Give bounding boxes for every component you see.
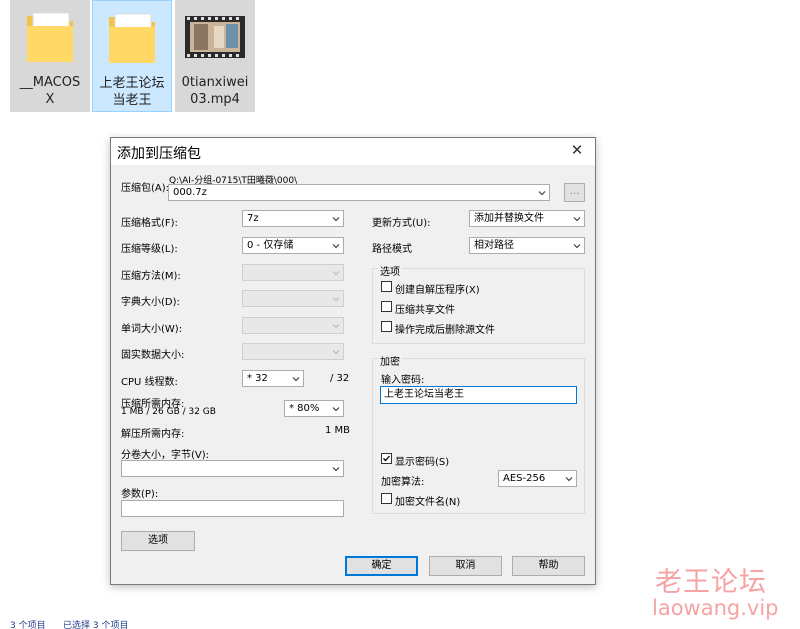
level-label: 压缩等级(L):	[121, 244, 178, 255]
update-label: 更新方式(U):	[372, 218, 431, 229]
split-label: 分卷大小，字节(V):	[121, 450, 210, 461]
chevron-down-icon	[565, 477, 573, 482]
solid-label: 固实数据大小:	[121, 350, 185, 361]
encrypt-names-checkbox[interactable]	[381, 493, 392, 504]
watermark-url: laowang.vip	[652, 596, 779, 620]
cpu-label: CPU 线程数:	[121, 377, 178, 388]
split-size-combo[interactable]	[121, 460, 344, 477]
cpu-select[interactable]: * 32	[242, 370, 304, 387]
chevron-down-icon	[332, 297, 340, 302]
encryption-group-label: 加密	[378, 353, 402, 368]
file-tile-macosx[interactable]: __MACOS X	[10, 0, 90, 112]
mem-comp-detail: 1 MB / 26 GB / 32 GB	[121, 407, 216, 417]
method-select[interactable]	[242, 264, 344, 281]
file-name: 上老王论坛 当老王	[99, 76, 165, 108]
password-input[interactable]: 上老王论坛当老王	[380, 386, 577, 404]
chevron-down-icon	[292, 377, 300, 382]
word-select[interactable]	[242, 317, 344, 334]
word-label: 单词大小(W):	[121, 324, 183, 335]
password-label: 输入密码:	[381, 375, 425, 386]
video-thumbnail-icon	[182, 4, 248, 70]
sfx-label: 创建自解压程序(X)	[395, 285, 480, 296]
folder-icon	[17, 4, 83, 70]
dialog-titlebar: 添加到压缩包 ✕	[111, 138, 595, 165]
show-password-label: 显示密码(S)	[395, 457, 450, 468]
close-icon[interactable]: ✕	[569, 142, 585, 158]
file-name: 0tianxiwei 03.mp4	[181, 75, 249, 107]
mem-comp-select[interactable]: * 80%	[284, 400, 344, 417]
chevron-down-icon	[573, 244, 581, 249]
algo-label: 加密算法:	[381, 477, 425, 488]
encrypt-names-label: 加密文件名(N)	[395, 497, 461, 508]
chevron-down-icon	[332, 324, 340, 329]
mem-decomp-label: 解压所需内存:	[121, 429, 185, 440]
delete-label: 操作完成后删除源文件	[395, 325, 495, 336]
file-name: __MACOS X	[19, 75, 81, 107]
method-label: 压缩方法(M):	[121, 271, 181, 282]
delete-checkbox[interactable]	[381, 321, 392, 332]
format-label: 压缩格式(F):	[121, 218, 178, 229]
options-group-label: 选项	[378, 263, 402, 278]
dict-select[interactable]	[242, 290, 344, 307]
status-item-count: 3 个项目	[10, 621, 46, 629]
archive-label: 压缩包(A):	[121, 183, 170, 194]
browse-button[interactable]: ...	[564, 183, 585, 202]
level-select[interactable]: 0 - 仅存储	[242, 237, 344, 254]
path-mode-label: 路径模式	[372, 244, 412, 255]
path-mode-select[interactable]: 相对路径	[469, 237, 585, 254]
dialog-title: 添加到压缩包	[117, 146, 201, 162]
help-button[interactable]: 帮助	[512, 556, 585, 576]
ok-button[interactable]: 确定	[345, 556, 418, 576]
solid-select[interactable]	[242, 343, 344, 360]
checkmark-icon	[383, 455, 390, 462]
chevron-down-icon	[332, 217, 340, 222]
shared-label: 压缩共享文件	[395, 305, 455, 316]
params-input[interactable]	[121, 500, 344, 517]
chevron-down-icon	[332, 350, 340, 355]
algo-select[interactable]: AES-256	[498, 470, 577, 487]
dict-label: 字典大小(D):	[121, 297, 180, 308]
update-select[interactable]: 添加并替换文件	[469, 210, 585, 227]
chevron-down-icon	[332, 467, 340, 472]
file-tile-video[interactable]: 0tianxiwei 03.mp4	[175, 0, 255, 112]
show-password-checkbox[interactable]	[381, 453, 392, 464]
status-selected-count: 已选择 3 个项目	[63, 621, 129, 629]
shared-checkbox[interactable]	[381, 301, 392, 312]
folder-icon	[99, 5, 165, 71]
watermark-title: 老王论坛	[655, 567, 767, 598]
chevron-down-icon	[332, 244, 340, 249]
archive-name-combo[interactable]: 000.7z	[168, 184, 550, 201]
cpu-max: / 32	[330, 373, 350, 384]
chevron-down-icon	[538, 191, 546, 196]
add-to-archive-dialog: 添加到压缩包 ✕ 压缩包(A): Q:\AI-分组-0715\T田曦薇\000\…	[110, 137, 596, 585]
chevron-down-icon	[332, 271, 340, 276]
params-label: 参数(P):	[121, 489, 159, 500]
options-button[interactable]: 选项	[121, 531, 195, 551]
format-select[interactable]: 7z	[242, 210, 344, 227]
chevron-down-icon	[332, 407, 340, 412]
mem-decomp-value: 1 MB	[325, 425, 351, 436]
sfx-checkbox[interactable]	[381, 281, 392, 292]
cancel-button[interactable]: 取消	[429, 556, 502, 576]
file-tile-folder[interactable]: 上老王论坛 当老王	[92, 0, 172, 112]
chevron-down-icon	[573, 217, 581, 222]
